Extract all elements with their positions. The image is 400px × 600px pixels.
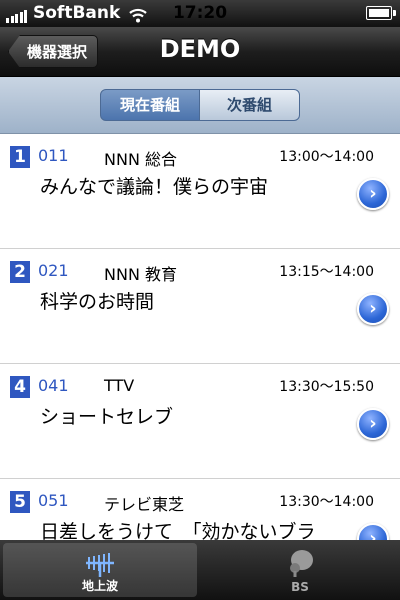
channel-number-badge: 4 [10,376,30,398]
tab-label: BS [291,580,309,594]
channel-name: NNN 教育 [104,265,177,284]
program-time: 13:30〜15:50 [279,379,374,395]
satellite-dish-icon [290,550,313,577]
program-title: みんなで議論！僕らの宇宙 [40,176,269,198]
tab-bs[interactable]: BS [203,543,397,597]
chevron-right-circle-icon[interactable]: › [357,293,389,325]
program-list[interactable]: 1 011 NNN 総合 13:00〜14:00 みんなで議論！僕らの宇宙 › … [0,134,400,540]
program-title: ショートセレブ [40,406,174,428]
channel-code: 051 [38,491,69,510]
tab-label: 地上波 [81,579,118,593]
program-title: 科学のお時間 [40,291,155,313]
program-row[interactable]: 1 011 NNN 総合 13:00〜14:00 みんなで議論！僕らの宇宙 › [0,134,400,249]
navigation-bar: 機器選択 DEMO [0,27,400,77]
channel-name: TTV [104,376,135,395]
channel-number-badge: 2 [10,261,30,283]
segment-bar: 現在番組 次番組 [0,77,400,134]
page-title: DEMO [159,35,241,63]
tab-terrestrial[interactable]: 地上波 [3,543,197,597]
chevron-right-circle-icon[interactable]: › [357,178,389,210]
segment-current-programs[interactable]: 現在番組 [100,89,200,121]
program-time: 13:15〜14:00 [279,264,374,280]
tab-bar: 地上波 BS [0,540,400,600]
program-row[interactable]: 4 041 TTV 13:30〜15:50 ショートセレブ › [0,364,400,479]
program-row[interactable]: 5 051 テレビ東芝 13:30〜14:00 日差しをうけて 「効かないブラ … [0,479,400,540]
channel-code: 041 [38,376,69,395]
program-time: 13:30〜14:00 [279,494,374,510]
program-row[interactable]: 2 021 NNN 教育 13:15〜14:00 科学のお時間 › [0,249,400,364]
battery-icon [366,6,396,20]
chevron-right-circle-icon[interactable]: › [357,523,389,540]
chevron-right-circle-icon[interactable]: › [357,408,389,440]
channel-number-badge: 1 [10,146,30,168]
segment-next-programs[interactable]: 次番組 [200,89,300,121]
program-time: 13:00〜14:00 [279,149,374,165]
channel-number-badge: 5 [10,491,30,513]
status-bar: SoftBank 17:20 [0,0,400,27]
channel-code: 011 [38,146,69,165]
antenna-icon [86,553,114,577]
channel-name: テレビ東芝 [104,495,185,514]
channel-name: NNN 総合 [104,150,177,169]
status-time: 17:20 [172,3,228,23]
program-title: 日差しをうけて 「効かないブラ [40,521,316,540]
channel-code: 021 [38,261,69,280]
